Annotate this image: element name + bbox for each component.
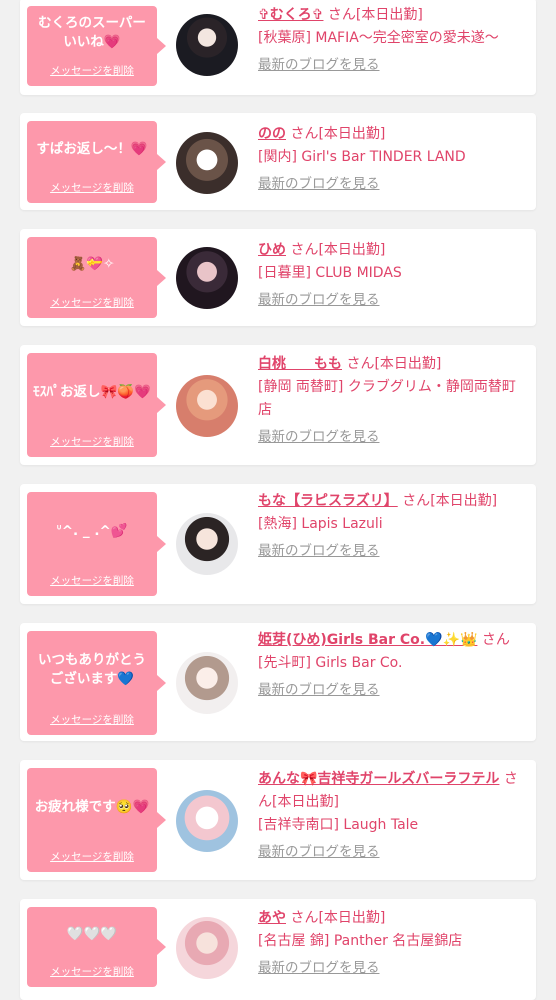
status-label: [本日出勤] xyxy=(374,356,442,372)
message-bubble: ᐡ^. _ .^💕 メッセージを削除 xyxy=(27,492,166,596)
message-card: ᐡ^. _ .^💕 メッセージを削除 もな【ラピスラズリ】 さん[本日出勤] [… xyxy=(20,484,536,604)
area-label: [日暮里] xyxy=(258,265,311,281)
message-text: お疲れ様です🥺💗 xyxy=(34,798,150,815)
message-text: 🧸💝✧ xyxy=(69,256,115,272)
san-label: さん xyxy=(346,356,375,372)
message-text: いつもありがとうございます💙 xyxy=(38,652,146,687)
shop-name: Lapis Lazuli xyxy=(301,516,383,532)
shop-name: Girls Bar Co. xyxy=(315,655,403,671)
message-bubble: お疲れ様です🥺💗 メッセージを削除 xyxy=(27,768,166,872)
shop-name: Girl's Bar TINDER LAND xyxy=(301,149,466,165)
message-card: いつもありがとうございます💙 メッセージを削除 姫芽(ひめ)Girls Bar … xyxy=(20,623,536,741)
latest-blog-link[interactable]: 最新のブログを見る xyxy=(258,292,380,308)
latest-blog-link[interactable]: 最新のブログを見る xyxy=(258,57,380,73)
message-card: 🧸💝✧ メッセージを削除 ひめ さん[本日出勤] [日暮里] CLUB MIDA… xyxy=(20,229,536,326)
latest-blog-link[interactable]: 最新のブログを見る xyxy=(258,844,380,860)
avatar[interactable] xyxy=(176,513,238,575)
san-label: さん xyxy=(327,7,356,23)
status-label: [本日出勤] xyxy=(318,242,386,258)
delete-message-link[interactable]: メッセージを削除 xyxy=(27,434,157,449)
delete-message-link[interactable]: メッセージを削除 xyxy=(27,295,157,310)
message-bubble: ﾓｽﾊﾟお返し🎀🍑💗 メッセージを削除 xyxy=(27,353,166,457)
delete-message-link[interactable]: メッセージを削除 xyxy=(27,964,157,979)
avatar[interactable] xyxy=(176,652,238,714)
girl-name-link[interactable]: あや xyxy=(258,910,286,926)
girl-name-link[interactable]: のの xyxy=(258,126,286,142)
shop-name: Laugh Tale xyxy=(343,817,419,833)
message-bubble: むくろのスーパーいいね💗 メッセージを削除 xyxy=(27,6,166,86)
delete-message-link[interactable]: メッセージを削除 xyxy=(27,180,157,195)
latest-blog-link[interactable]: 最新のブログを見る xyxy=(258,429,380,445)
shop-name: Panther 名古屋錦店 xyxy=(333,933,463,949)
avatar[interactable] xyxy=(176,132,238,194)
area-label: [先斗町] xyxy=(258,655,311,671)
status-label: [本日出勤] xyxy=(355,7,423,23)
message-card: お疲れ様です🥺💗 メッセージを削除 あんな🎀吉祥寺ガールズバーラフテル さん[本… xyxy=(20,760,536,880)
san-label: さん xyxy=(290,242,319,258)
shop-name: MAFIA〜完全密室の愛未遂〜 xyxy=(315,30,499,46)
girl-name-link[interactable]: 姫芽(ひめ)Girls Bar Co.💙✨👑 xyxy=(258,632,477,648)
message-card: むくろのスーパーいいね💗 メッセージを削除 ✞むくろ✞ さん[本日出勤] [秋葉… xyxy=(20,0,536,95)
avatar[interactable] xyxy=(176,14,238,76)
status-label: [本日出勤] xyxy=(272,794,339,810)
message-bubble: いつもありがとうございます💙 メッセージを削除 xyxy=(27,631,166,735)
message-card: すぱお返し〜！💗 メッセージを削除 のの さん[本日出勤] [関内] Girl'… xyxy=(20,113,536,210)
avatar[interactable] xyxy=(176,790,238,852)
area-label: [吉祥寺南口] xyxy=(258,817,339,833)
message-card: ﾓｽﾊﾟお返し🎀🍑💗 メッセージを削除 白桃 もも さん[本日出勤] [静岡 両… xyxy=(20,345,536,465)
status-label: [本日出勤] xyxy=(430,493,498,509)
girl-name-link[interactable]: あんな🎀吉祥寺ガールズバーラフテル xyxy=(258,771,499,787)
delete-message-link[interactable]: メッセージを削除 xyxy=(27,849,157,864)
avatar[interactable] xyxy=(176,917,238,979)
san-label: さん xyxy=(402,493,431,509)
message-bubble: 🤍🤍🤍 メッセージを削除 xyxy=(27,907,166,987)
delete-message-link[interactable]: メッセージを削除 xyxy=(27,63,157,78)
message-text: ᐡ^. _ .^💕 xyxy=(56,522,128,539)
status-label: [本日出勤] xyxy=(318,126,386,142)
area-label: [静岡 両替町] xyxy=(258,379,344,395)
message-bubble: すぱお返し〜！💗 メッセージを削除 xyxy=(27,121,166,203)
girl-name-link[interactable]: ✞むくろ✞ xyxy=(258,7,323,23)
shop-name: CLUB MIDAS xyxy=(315,265,402,281)
san-label: さん xyxy=(290,910,319,926)
message-card: 🤍🤍🤍 メッセージを削除 あや さん[本日出勤] [名古屋 錦] Panther… xyxy=(20,899,536,1000)
girl-name-link[interactable]: ひめ xyxy=(258,242,286,258)
delete-message-link[interactable]: メッセージを削除 xyxy=(27,573,157,588)
san-label: さん xyxy=(290,126,319,142)
status-label: [本日出勤] xyxy=(318,910,386,926)
latest-blog-link[interactable]: 最新のブログを見る xyxy=(258,176,380,192)
girl-name-link[interactable]: もな【ラピスラズリ】 xyxy=(258,493,398,509)
avatar[interactable] xyxy=(176,247,238,309)
message-text: ﾓｽﾊﾟお返し🎀🍑💗 xyxy=(33,383,151,400)
area-label: [名古屋 錦] xyxy=(258,933,330,949)
latest-blog-link[interactable]: 最新のブログを見る xyxy=(258,682,380,698)
girl-name-link[interactable]: 白桃 もも xyxy=(258,356,342,372)
message-text: むくろのスーパーいいね💗 xyxy=(38,15,146,50)
message-text: すぱお返し〜！💗 xyxy=(36,140,148,157)
area-label: [熱海] xyxy=(258,516,297,532)
area-label: [関内] xyxy=(258,149,297,165)
message-bubble: 🧸💝✧ メッセージを削除 xyxy=(27,237,166,318)
avatar[interactable] xyxy=(176,375,238,437)
latest-blog-link[interactable]: 最新のブログを見る xyxy=(258,960,380,976)
latest-blog-link[interactable]: 最新のブログを見る xyxy=(258,543,380,559)
san-label: さん xyxy=(481,632,510,648)
message-text: 🤍🤍🤍 xyxy=(66,925,118,942)
delete-message-link[interactable]: メッセージを削除 xyxy=(27,712,157,727)
area-label: [秋葉原] xyxy=(258,30,311,46)
